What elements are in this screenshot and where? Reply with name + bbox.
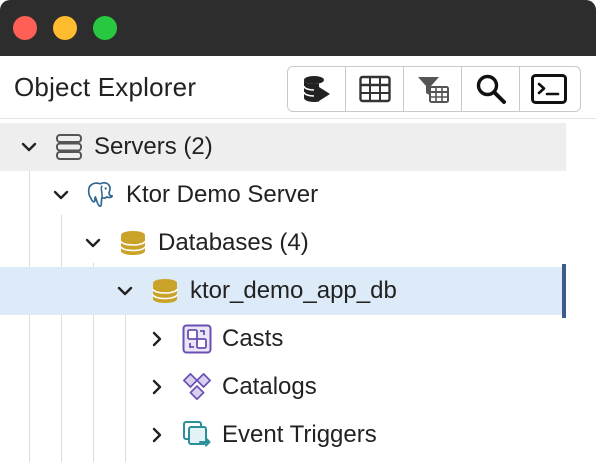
view-data-icon	[358, 75, 391, 103]
filtered-rows-icon	[417, 77, 449, 103]
query-tool-button[interactable]	[288, 67, 346, 111]
tree-node-ktor-demo-server[interactable]: Ktor Demo Server	[0, 171, 566, 219]
close-window-button[interactable]	[13, 16, 37, 40]
view-data-button[interactable]	[346, 67, 404, 111]
query-tool-icon	[302, 76, 330, 102]
servers-icon	[54, 132, 84, 162]
tree-node-ktor-demo-app-db[interactable]: ktor_demo_app_db	[0, 267, 566, 315]
event-triggers-icon	[182, 420, 212, 450]
chevron-down-icon[interactable]	[114, 280, 136, 302]
psql-tool-button[interactable]	[520, 67, 578, 111]
tree-node-label: Event Triggers	[222, 421, 377, 448]
window-titlebar	[0, 0, 596, 56]
tree-node-casts[interactable]: Casts	[0, 315, 566, 363]
filtered-rows-button[interactable]	[404, 67, 462, 111]
tree-node-label: Servers (2)	[94, 133, 213, 160]
tree-node-label: Ktor Demo Server	[126, 181, 319, 208]
tree-node-label: Catalogs	[222, 373, 317, 400]
chevron-down-icon[interactable]	[82, 232, 104, 254]
chevron-right-icon[interactable]	[146, 424, 168, 446]
chevron-down-icon[interactable]	[50, 184, 72, 206]
psql-tool-icon	[531, 74, 567, 104]
tree-node-databases[interactable]: Databases (4)	[0, 219, 566, 267]
minimize-window-button[interactable]	[53, 16, 77, 40]
search-objects-button[interactable]	[462, 67, 520, 111]
database-icon	[118, 228, 148, 258]
object-explorer-toolbar	[287, 66, 581, 112]
database-icon	[150, 276, 180, 306]
zoom-window-button[interactable]	[93, 16, 117, 40]
selection-scroll-indicator	[562, 264, 566, 318]
postgres-elephant-icon	[86, 180, 116, 210]
tree-node-event-triggers[interactable]: Event Triggers	[0, 411, 566, 459]
chevron-right-icon[interactable]	[146, 376, 168, 398]
chevron-down-icon[interactable]	[18, 136, 40, 158]
search-icon	[476, 74, 506, 104]
object-explorer-header: Object Explorer	[0, 56, 596, 119]
casts-icon	[182, 324, 212, 354]
tree-node-servers[interactable]: Servers (2)	[0, 123, 566, 171]
chevron-right-icon[interactable]	[146, 328, 168, 350]
catalogs-icon	[182, 372, 212, 402]
tree-node-catalogs[interactable]: Catalogs	[0, 363, 566, 411]
object-tree: Servers (2) Ktor Demo Server Databases (…	[0, 119, 596, 462]
tree-node-label: ktor_demo_app_db	[190, 277, 397, 304]
tree-node-label: Casts	[222, 325, 284, 352]
panel-title: Object Explorer	[14, 72, 197, 102]
tree-node-label: Databases (4)	[158, 229, 309, 256]
